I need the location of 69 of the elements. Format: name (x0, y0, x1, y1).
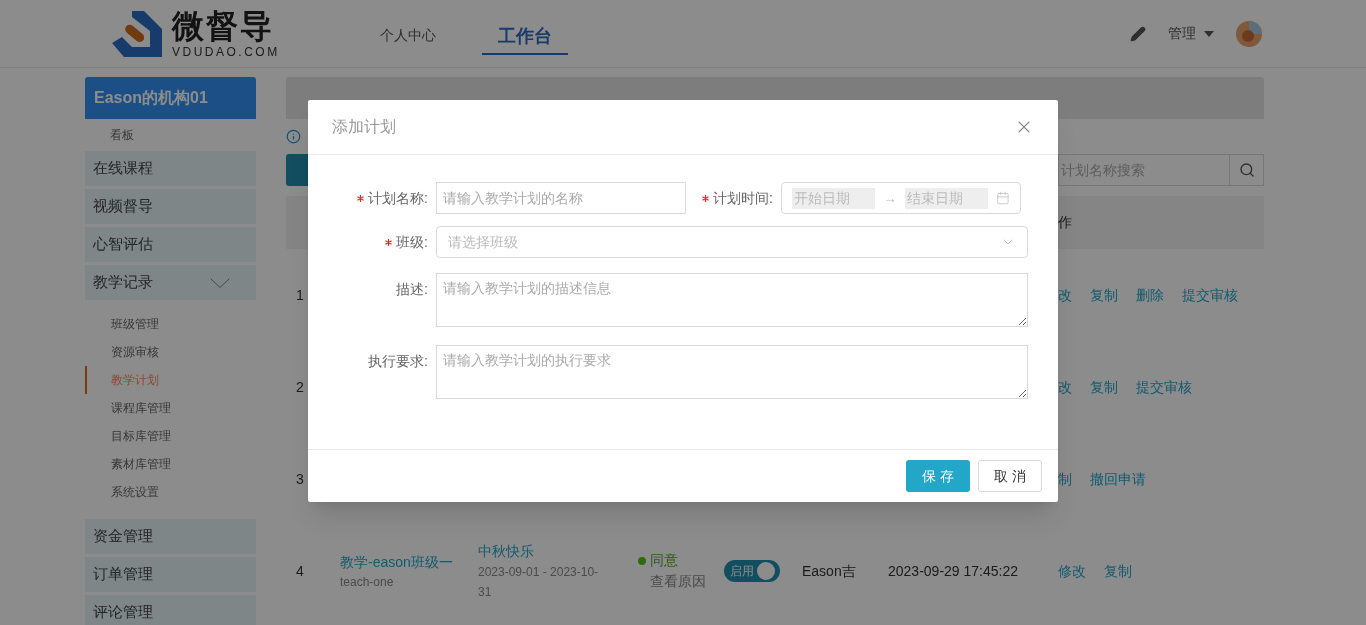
action-link[interactable]: 复制 (1090, 284, 1118, 306)
sidebar-sub-item[interactable]: 系统设置 (85, 478, 256, 506)
plan-dates: 2023-09-01 - 2023-10-31 (478, 563, 600, 601)
action-link[interactable]: 改 (1058, 376, 1072, 398)
logo-name: 微督导 (172, 9, 275, 42)
action-link[interactable]: 复制 (1104, 560, 1132, 582)
plan-name-field[interactable]: 请输入教学计划的名称 (436, 182, 686, 214)
action-link[interactable]: 复制 (1090, 376, 1118, 398)
caret-icon (1204, 30, 1214, 37)
cancel-button[interactable]: 取消 (978, 460, 1042, 492)
column-header: 作 (1058, 213, 1072, 232)
sidebar-item[interactable]: 在线课程 (85, 151, 256, 186)
row-number: 3 (295, 469, 305, 489)
class-link[interactable]: 教学-eason班级一 (340, 551, 478, 573)
sidebar-item[interactable]: 视频督导 (85, 189, 256, 224)
required-icon (385, 238, 393, 246)
sidebar-item[interactable]: 资金管理 (85, 519, 256, 554)
search-button[interactable] (1230, 154, 1264, 186)
action-link[interactable]: 撤回申请 (1090, 468, 1146, 490)
sidebar-sub-item[interactable]: 目标库管理 (85, 422, 256, 450)
sidebar-sub-item[interactable]: 资源审核 (85, 338, 256, 366)
reason-link[interactable]: 查看原因 (638, 571, 724, 592)
row-number: 4 (295, 561, 305, 581)
sidebar-sub-item[interactable]: 教学计划 (85, 366, 256, 394)
sidebar-item[interactable]: 教学记录 (85, 265, 256, 300)
avatar[interactable] (1236, 20, 1262, 47)
action-link[interactable]: 改 (1058, 284, 1072, 306)
plan-link[interactable]: 中秋快乐 (478, 540, 628, 562)
creator-name: Eason吉 (802, 562, 856, 579)
field-label: 执行要求: (368, 352, 428, 371)
enable-toggle[interactable]: 启用 (724, 560, 780, 582)
nav-tab[interactable]: 工作台 (481, 22, 568, 55)
sidebar-item[interactable]: 评论管理 (85, 595, 256, 625)
created-time: 2023-09-29 17:45:22 (887, 562, 1018, 579)
class-code: teach-one (340, 573, 395, 591)
row-number: 2 (295, 377, 305, 397)
sidebar-item[interactable]: 心智评估 (85, 227, 256, 262)
textarea-field[interactable]: 请输入教学计划的执行要求 (436, 345, 1028, 399)
save-button[interactable]: 保存 (906, 460, 970, 492)
search-icon (1238, 162, 1255, 178)
row-number: 1 (295, 285, 305, 305)
user-menu[interactable]: 管理 (1168, 23, 1214, 44)
field-label: 班级: (396, 232, 428, 252)
sidebar-sub-item[interactable]: 看板 (85, 122, 256, 148)
action-link[interactable]: 提交审核 (1136, 376, 1192, 398)
logo-icon (110, 8, 164, 59)
org-title[interactable]: Eason的机构01 (85, 77, 256, 119)
action-link[interactable]: 提交审核 (1182, 284, 1238, 306)
logo-domain: VDUDAO.COM (172, 45, 280, 58)
calendar-icon (996, 191, 1010, 205)
action-link[interactable]: 修改 (1058, 560, 1086, 582)
info-icon (286, 129, 301, 144)
status-text: 同意 (650, 551, 678, 570)
textarea-field[interactable]: 请输入教学计划的描述信息 (436, 273, 1028, 327)
required-icon (702, 194, 709, 202)
required-icon (357, 194, 365, 202)
modal-title: 添加计划 (332, 117, 396, 137)
field-label: 描述: (396, 280, 428, 299)
action-link[interactable]: 制 (1058, 468, 1072, 490)
field-label: 计划时间: (713, 188, 773, 208)
sidebar-sub-item[interactable]: 课程库管理 (85, 394, 256, 422)
sidebar-item[interactable]: 订单管理 (85, 557, 256, 592)
sidebar-sub-item[interactable]: 班级管理 (85, 310, 256, 338)
nav-tab[interactable]: 个人中心 (363, 24, 452, 57)
sidebar-sub-item[interactable]: 素材库管理 (85, 450, 256, 478)
edit-icon[interactable] (1130, 25, 1146, 42)
class-select[interactable]: 请选择班级 (436, 226, 1028, 258)
field-label: 计划名称: (368, 188, 428, 208)
action-link[interactable]: 删除 (1136, 284, 1164, 306)
